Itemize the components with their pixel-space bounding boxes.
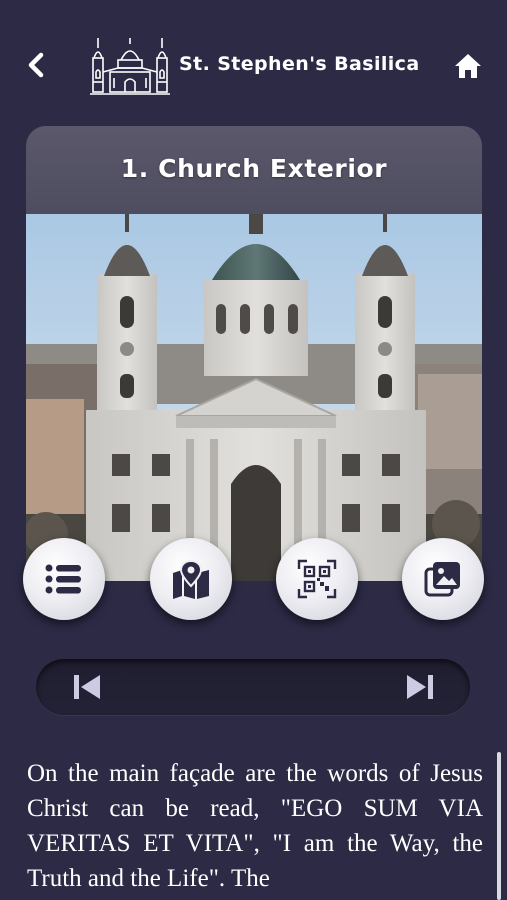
list-button[interactable] bbox=[23, 538, 105, 620]
map-button[interactable] bbox=[150, 538, 232, 620]
stop-title: 1. Church Exterior bbox=[120, 154, 388, 183]
qr-scan-button[interactable] bbox=[276, 538, 358, 620]
stop-description: On the main façade are the words of Jesu… bbox=[27, 760, 483, 892]
chevron-left-icon[interactable] bbox=[22, 50, 52, 80]
home-icon[interactable] bbox=[453, 51, 483, 81]
basilica-outline-logo bbox=[90, 38, 170, 95]
map-pin-icon bbox=[173, 559, 209, 599]
app-title: St. Stephen's Basilica bbox=[179, 53, 420, 75]
skip-previous-icon[interactable] bbox=[72, 673, 102, 701]
app-header: St. Stephen's Basilica bbox=[0, 0, 507, 125]
scrollbar[interactable] bbox=[497, 752, 501, 900]
list-icon bbox=[45, 564, 81, 594]
skip-next-icon[interactable] bbox=[405, 673, 435, 701]
qr-code-icon bbox=[297, 559, 337, 599]
gallery-icon bbox=[424, 562, 460, 597]
stop-title-bar: 1. Church Exterior bbox=[26, 126, 482, 214]
basilica-facade-photo bbox=[26, 214, 482, 581]
stop-card: 1. Church Exterior bbox=[26, 126, 482, 581]
gallery-button[interactable] bbox=[402, 538, 484, 620]
